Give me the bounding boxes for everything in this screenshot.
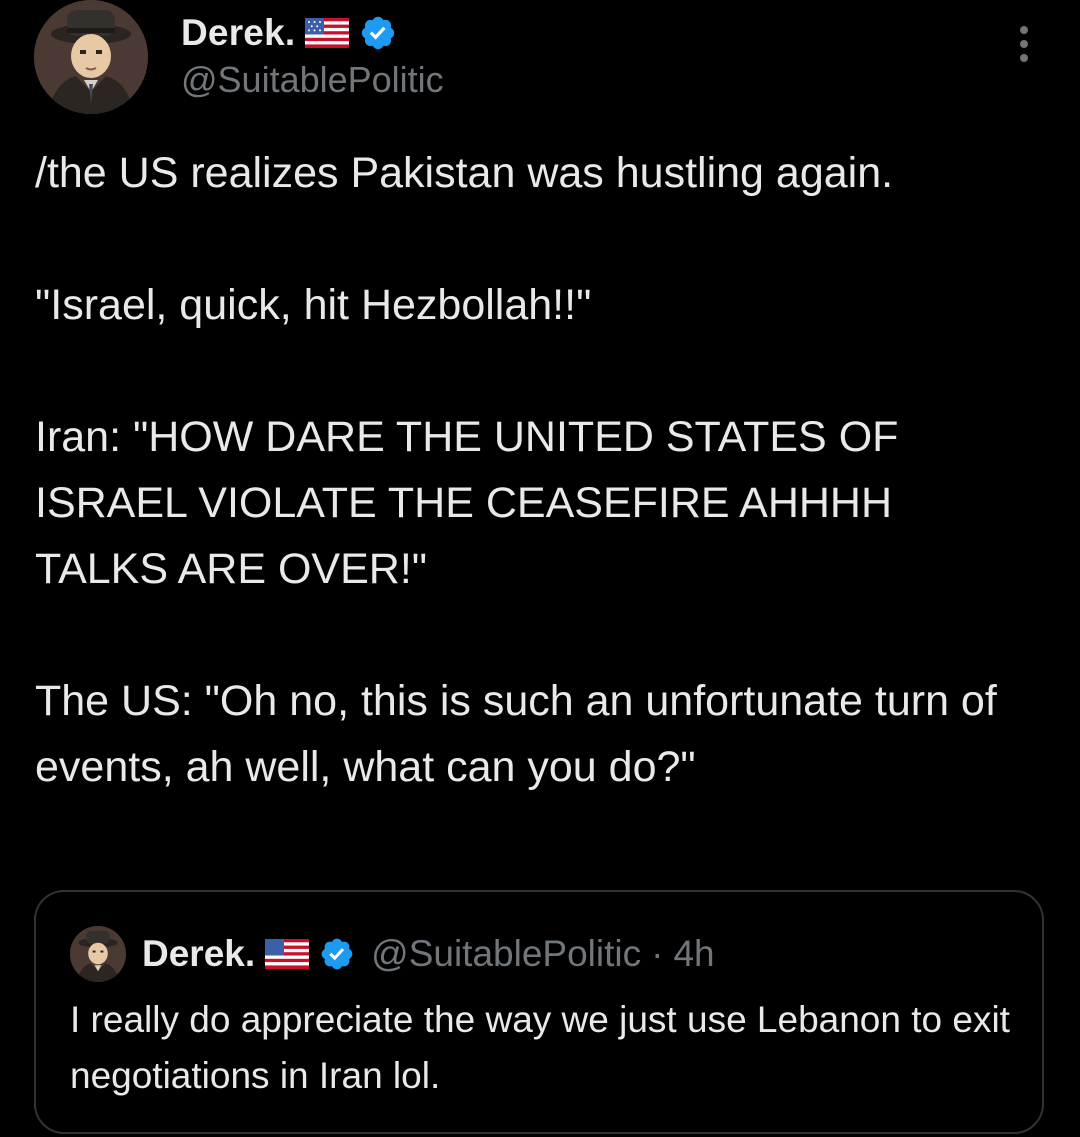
tweet-paragraph: "Israel, quick, hit Hezbollah!!" [35, 281, 592, 329]
author-display-name[interactable]: Derek. [181, 12, 295, 54]
us-flag-icon [305, 18, 350, 48]
author-handle[interactable]: @SuitablePolitic [181, 58, 444, 102]
author-avatar[interactable] [34, 0, 148, 114]
tweet-paragraph: /the US realizes Pakistan was hustling a… [35, 149, 894, 197]
tweet-paragraph: Iran: "HOW DARE THE UNITED STATES OF ISR… [35, 413, 899, 593]
more-dot [1020, 54, 1028, 62]
separator-dot: · [651, 933, 664, 974]
author-name-row: Derek. [181, 8, 397, 58]
quoted-tweet-time[interactable]: 4h [673, 933, 714, 975]
quoted-author-handle: @SuitablePolitic [371, 933, 642, 974]
tweet-paragraph: The US: "Oh no, this is such an unfortun… [35, 677, 997, 791]
verified-badge-icon [319, 936, 355, 972]
quoted-author-avatar [70, 926, 126, 982]
quoted-author-display-name: Derek. [142, 933, 256, 974]
more-options-icon[interactable] [1004, 22, 1044, 66]
quoted-tweet[interactable]: Derek. @SuitablePolitic · 4h I really do… [34, 890, 1044, 1134]
more-dot [1020, 26, 1028, 34]
quoted-tweet-header: Derek. @SuitablePolitic · 4h [70, 924, 715, 984]
us-flag-icon [265, 939, 310, 969]
verified-badge-icon[interactable] [359, 14, 397, 52]
more-dot [1020, 40, 1028, 48]
tweet: Derek. @SuitablePolitic /the US realizes… [0, 0, 1080, 1137]
tweet-text: /the US realizes Pakistan was hustling a… [35, 140, 1055, 800]
quoted-tweet-text: I really do appreciate the way we just u… [70, 999, 1010, 1096]
